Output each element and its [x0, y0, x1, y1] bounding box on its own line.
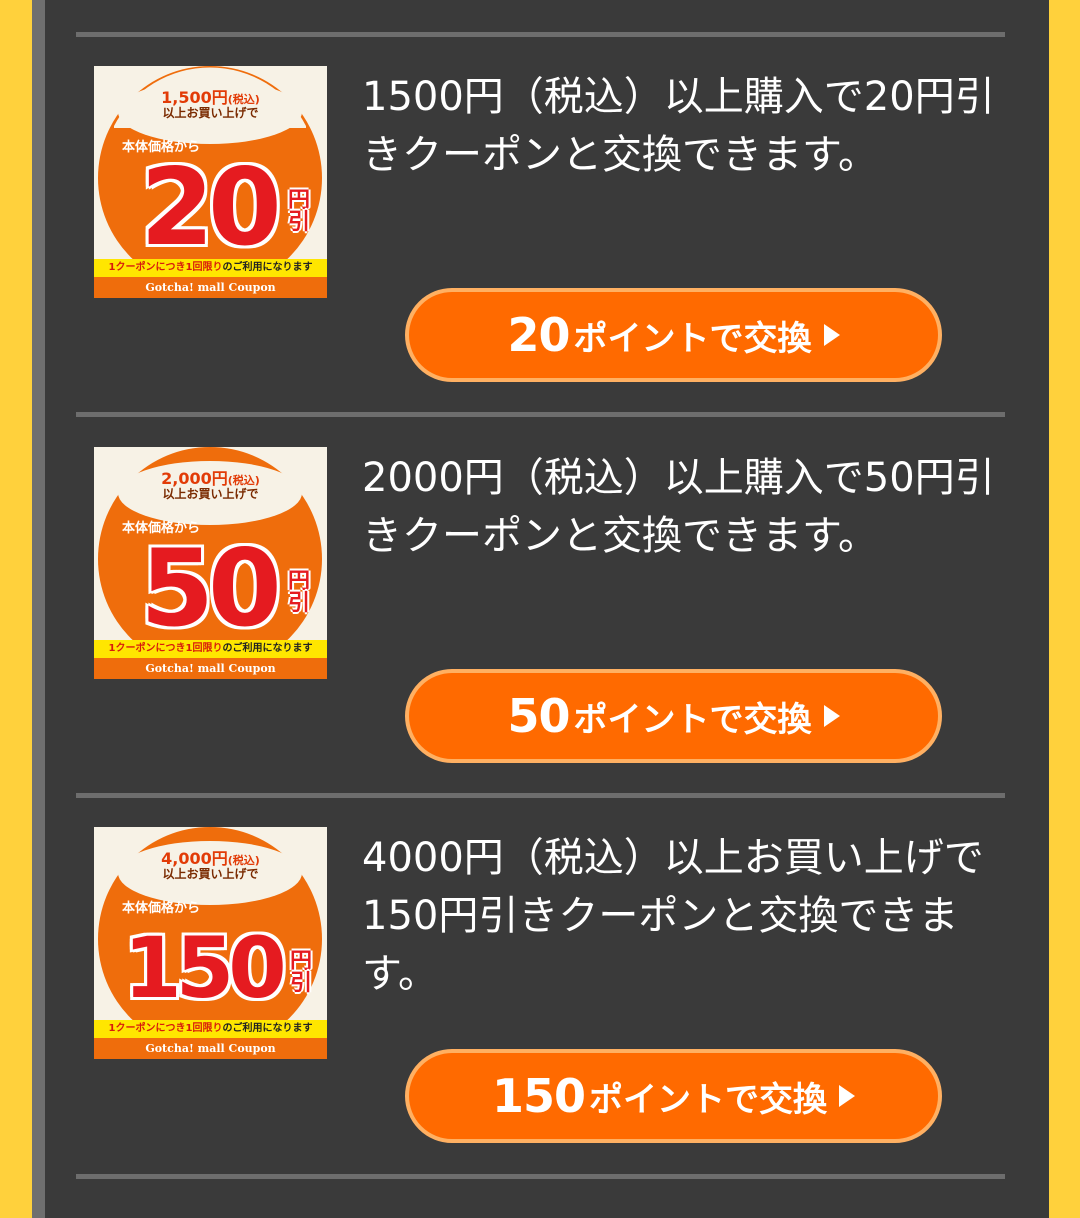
exchange-150-points-button[interactable]: 150 ポイントで交換 [405, 1049, 942, 1143]
coupon-brand-text: Gotcha! mall Coupon [94, 658, 327, 679]
coupon-brand-text: Gotcha! mall Coupon [94, 277, 327, 298]
divider [76, 1174, 1005, 1179]
coupon-yen-text: 円引 [288, 188, 311, 235]
coupon-yen-text: 円引 [288, 569, 311, 616]
coupon-image-50[interactable]: 2,000円(税込) 以上お買い上げで 本体価格から 50 円引 1クーポンにつ… [94, 447, 327, 679]
divider [76, 793, 1005, 798]
coupon-brand-text: Gotcha! mall Coupon [94, 1038, 327, 1059]
coupon-limit-text: 1クーポンにつき1回限りのご利用になります [94, 259, 327, 277]
coupon-item-20: 1,500円(税込) 以上お買い上げで 本体価格から 20 円引 1クーポンにつ… [0, 66, 1080, 446]
button-label: ポイントで交換 [573, 699, 812, 740]
button-points: 50 [507, 689, 570, 743]
button-points: 20 [507, 308, 570, 362]
coupon-limit-text: 1クーポンにつき1回限りのご利用になります [94, 1020, 327, 1038]
triangle-right-icon [823, 705, 840, 727]
divider [76, 412, 1005, 417]
coupon-yen-text: 円引 [290, 949, 313, 996]
coupon-image-150[interactable]: 4,000円(税込) 以上お買い上げで 本体価格から 150 円引 1クーポンに… [94, 827, 327, 1059]
exchange-20-points-button[interactable]: 20 ポイントで交換 [405, 288, 942, 382]
triangle-right-icon [823, 324, 840, 346]
coupon-discount-value: 150 [123, 919, 286, 1017]
coupon-condition-text: 以上お買い上げで [162, 106, 259, 120]
exchange-50-points-button[interactable]: 50 ポイントで交換 [405, 669, 942, 763]
coupon-description: 4000円（税込）以上お買い上げで150円引きクーポンと交換できます。 [362, 835, 984, 997]
coupon-description: 1500円（税込）以上購入で20円引きクーポンと交換できます。 [362, 74, 995, 178]
coupon-condition-text: 以上お買い上げで [162, 487, 259, 501]
button-label: ポイントで交換 [573, 318, 812, 359]
coupon-discount-value: 50 [140, 527, 282, 650]
coupon-item-150: 4,000円(税込) 以上お買い上げで 本体価格から 150 円引 1クーポンに… [0, 827, 1080, 1207]
button-points: 150 [491, 1069, 586, 1123]
coupon-base-text: 本体価格から [122, 901, 201, 916]
button-label: ポイントで交換 [589, 1079, 828, 1120]
coupon-description: 2000円（税込）以上購入で50円引きクーポンと交換できます。 [362, 455, 995, 559]
coupon-condition-text: 以上お買い上げで [162, 867, 259, 881]
triangle-right-icon [839, 1085, 856, 1107]
coupon-discount-value: 20 [140, 146, 282, 269]
divider [76, 32, 1005, 37]
coupon-limit-text: 1クーポンにつき1回限りのご利用になります [94, 640, 327, 658]
coupon-image-20[interactable]: 1,500円(税込) 以上お買い上げで 本体価格から 20 円引 1クーポンにつ… [94, 66, 327, 298]
coupon-item-50: 2,000円(税込) 以上お買い上げで 本体価格から 50 円引 1クーポンにつ… [0, 447, 1080, 827]
